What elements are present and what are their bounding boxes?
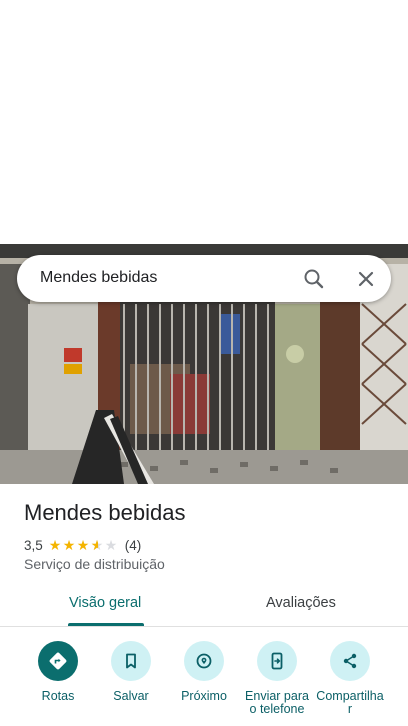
tab-reviews[interactable]: Avaliações xyxy=(266,595,336,611)
directions-button[interactable]: Rotas xyxy=(25,641,91,703)
bookmark-icon xyxy=(111,641,151,681)
divider xyxy=(0,626,408,627)
star-icon: ★ xyxy=(76,537,90,553)
review-count[interactable]: (4) xyxy=(125,538,142,553)
star-icon: ★ xyxy=(62,537,76,553)
star-rating: ★ ★ ★ ★ ★ xyxy=(49,538,119,552)
share-label: Compartilhar xyxy=(316,689,384,716)
search-icon[interactable] xyxy=(301,266,327,292)
star-half-icon: ★ xyxy=(91,538,105,552)
directions-icon xyxy=(38,641,78,681)
nearby-button[interactable]: Próximo xyxy=(171,641,237,703)
place-category: Serviço de distribuição xyxy=(24,556,165,572)
save-button[interactable]: Salvar xyxy=(98,641,164,703)
send-to-phone-button[interactable]: Enviar para o telefone xyxy=(244,641,310,721)
nearby-label: Próximo xyxy=(181,689,227,703)
share-button[interactable]: Compartilhar xyxy=(316,641,384,721)
send-to-phone-label: Enviar para o telefone xyxy=(245,689,309,716)
search-bar[interactable]: Mendes bebidas xyxy=(17,255,391,302)
send-to-phone-icon xyxy=(257,641,297,681)
close-icon[interactable] xyxy=(353,266,379,292)
directions-label: Rotas xyxy=(41,689,75,703)
star-icon: ★ xyxy=(48,537,62,553)
save-label: Salvar xyxy=(113,689,149,703)
search-input[interactable]: Mendes bebidas xyxy=(40,269,157,287)
nearby-icon xyxy=(184,641,224,681)
map-area xyxy=(0,0,408,244)
place-title: Mendes bebidas xyxy=(24,500,186,525)
tab-overview[interactable]: Visão geral xyxy=(69,595,141,611)
rating-row[interactable]: 3,5 ★ ★ ★ ★ ★ (4) xyxy=(24,536,141,554)
rating-value: 3,5 xyxy=(24,537,43,553)
share-icon xyxy=(330,641,370,681)
star-empty-icon: ★ xyxy=(104,537,118,553)
